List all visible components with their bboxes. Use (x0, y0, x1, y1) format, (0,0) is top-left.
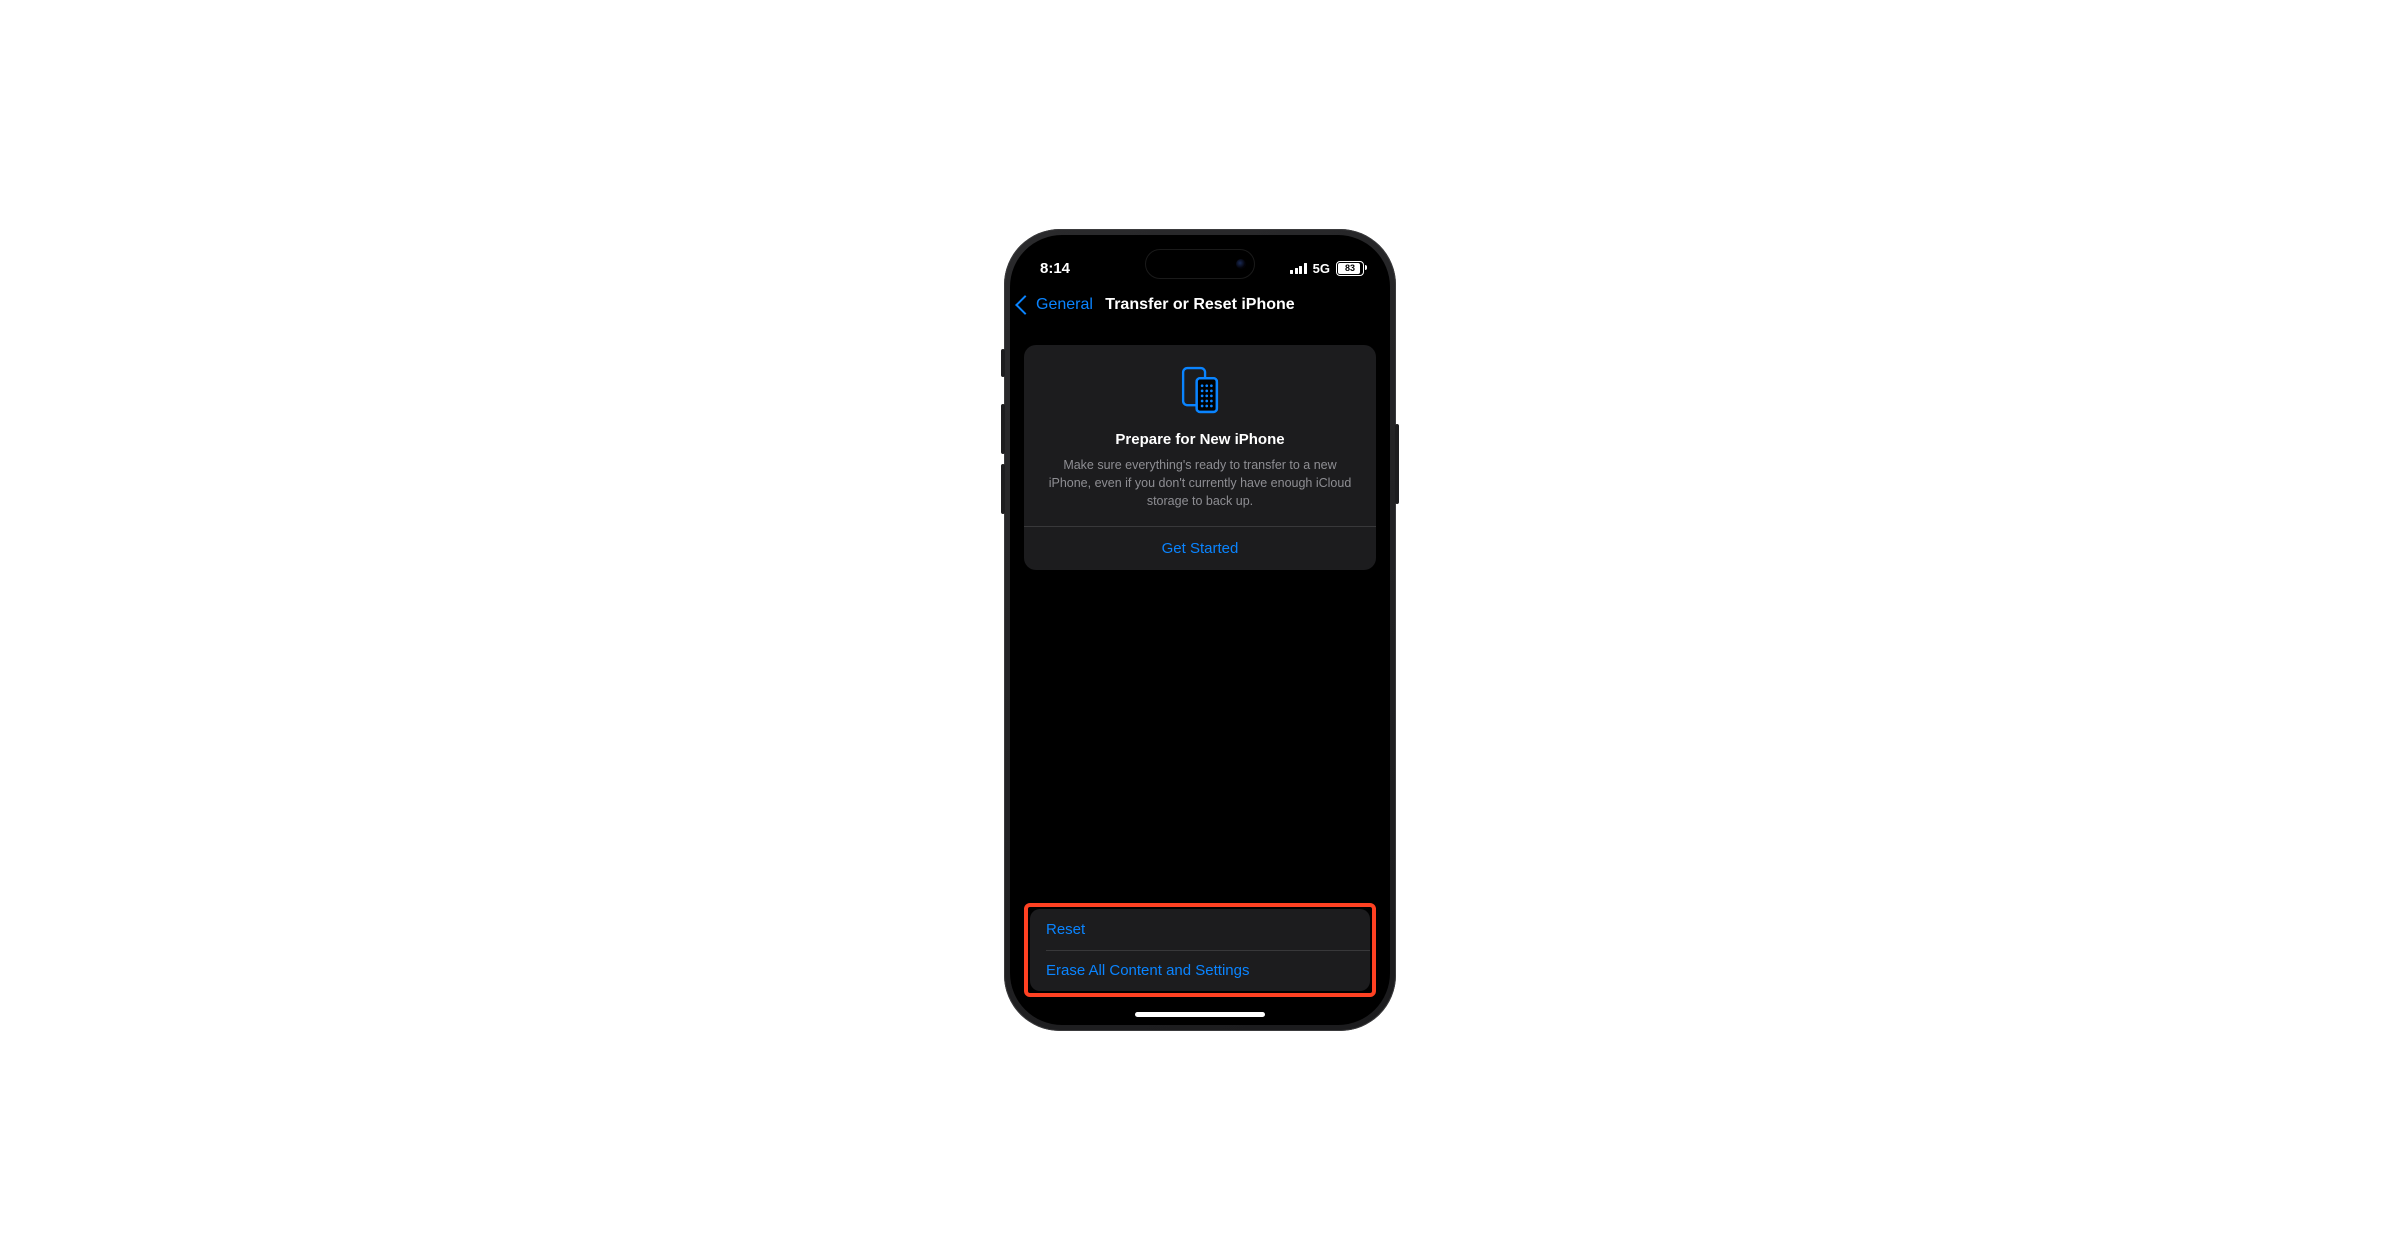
transfer-phones-icon (1040, 363, 1360, 417)
mute-switch (1001, 349, 1005, 377)
card-title: Prepare for New iPhone (1040, 431, 1360, 448)
network-label: 5G (1313, 261, 1330, 276)
prepare-card: Prepare for New iPhone Make sure everyth… (1024, 345, 1376, 570)
stage: 8:14 5G 83 General Transfer or Reset iPh… (0, 0, 2400, 1260)
volume-up (1001, 404, 1005, 454)
power-button (1395, 424, 1399, 504)
chevron-left-icon (1015, 295, 1035, 315)
back-label: General (1036, 296, 1093, 314)
status-right: 5G 83 (1290, 261, 1364, 276)
battery-level: 83 (1345, 263, 1355, 273)
screen: 8:14 5G 83 General Transfer or Reset iPh… (1010, 235, 1390, 1025)
reset-button[interactable]: Reset (1030, 909, 1370, 950)
card-description: Make sure everything's ready to transfer… (1040, 456, 1360, 510)
camera-icon (1236, 259, 1246, 269)
bottom-section: Reset Erase All Content and Settings (1024, 903, 1376, 998)
options-list: Reset Erase All Content and Settings (1030, 909, 1370, 992)
home-indicator[interactable] (1135, 1012, 1265, 1017)
battery-icon: 83 (1336, 261, 1364, 276)
content: Prepare for New iPhone Make sure everyth… (1010, 331, 1390, 1025)
status-time: 8:14 (1040, 260, 1070, 277)
card-body: Prepare for New iPhone Make sure everyth… (1024, 345, 1376, 526)
get-started-button[interactable]: Get Started (1024, 527, 1376, 570)
phone-frame: 8:14 5G 83 General Transfer or Reset iPh… (1004, 229, 1396, 1031)
highlight-box: Reset Erase All Content and Settings (1024, 903, 1376, 998)
volume-down (1001, 464, 1005, 514)
erase-all-button[interactable]: Erase All Content and Settings (1030, 950, 1370, 991)
signal-icon (1290, 263, 1307, 274)
dynamic-island (1145, 249, 1255, 279)
back-button[interactable]: General (1010, 296, 1093, 314)
